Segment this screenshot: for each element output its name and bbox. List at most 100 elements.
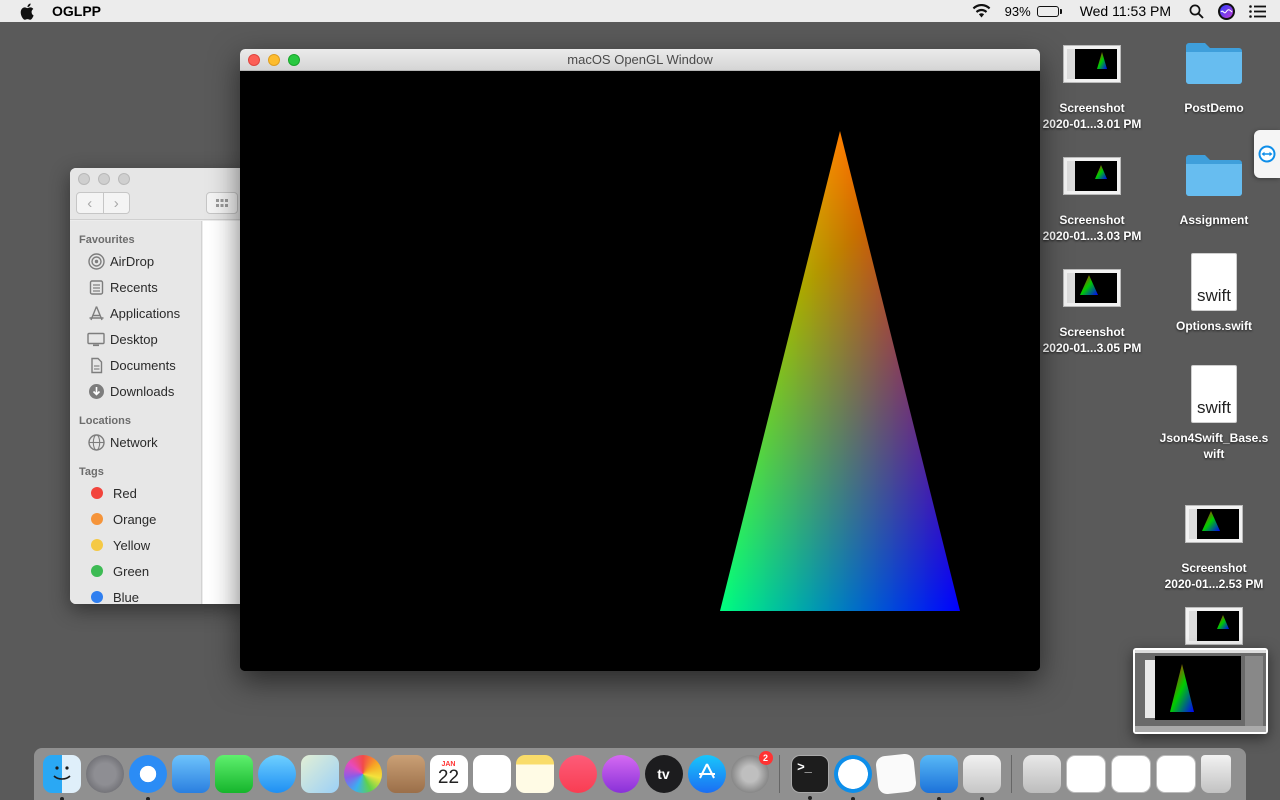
screenshot-file-icon <box>1183 604 1245 648</box>
sidebar-item-label: Applications <box>110 305 181 321</box>
screenshot-file-icon <box>1061 154 1123 198</box>
dock-item-instruments[interactable] <box>962 755 1001 800</box>
dock-item-launchpad[interactable] <box>85 755 124 793</box>
sidebar-tag-red[interactable]: Red <box>70 480 201 506</box>
sidebar-tag-blue[interactable]: Blue <box>70 584 201 604</box>
window-controls <box>248 54 300 66</box>
dock-item-maps[interactable] <box>300 755 339 793</box>
desktop-icon-screenshot[interactable]: Screenshot 2020-01...3.01 PM <box>1037 42 1147 132</box>
battery-icon[interactable] <box>1036 5 1062 17</box>
opengl-canvas[interactable] <box>240 71 1040 671</box>
dock-item-terminal[interactable]: >_ <box>790 755 829 800</box>
window-title: macOS OpenGL Window <box>567 52 713 67</box>
dock-item-calendar[interactable]: JAN 22 <box>429 755 468 793</box>
tv-icon: tv <box>657 766 670 782</box>
back-button[interactable]: ‹ <box>77 193 104 213</box>
notification-badge: 2 <box>758 751 773 765</box>
terminal-icon: >_ <box>797 759 812 774</box>
dock-item-messages[interactable] <box>257 755 296 793</box>
desktop-icon-folder[interactable]: PostDemo <box>1159 36 1269 116</box>
sidebar-item-network[interactable]: Network <box>70 429 201 455</box>
dock-item-textedit[interactable] <box>874 753 917 795</box>
close-button[interactable] <box>248 54 260 66</box>
desktop-icon-label: Json4Swift_Base.s wift <box>1159 431 1269 461</box>
rgb-triangle <box>720 131 960 611</box>
dock-item-system-preferences[interactable]: 2 <box>730 751 773 793</box>
dock-item-mail[interactable] <box>171 755 210 793</box>
sidebar-tag-label: Blue <box>113 589 140 605</box>
desktop-icon-screenshot[interactable]: Screenshot 2020-01...3.05 PM <box>1037 266 1147 356</box>
dock-item-podcasts[interactable] <box>601 755 640 793</box>
siri-icon[interactable] <box>1218 2 1235 20</box>
minimize-button[interactable] <box>268 54 280 66</box>
icon-view-button[interactable] <box>206 192 238 214</box>
apple-menu-icon[interactable] <box>18 2 36 20</box>
dock-item-minimized-window-1[interactable] <box>1065 755 1106 793</box>
opengl-window-titlebar[interactable]: macOS OpenGL Window <box>240 49 1040 71</box>
sidebar-item-recents[interactable]: Recents <box>70 274 201 300</box>
dock-item-music[interactable] <box>558 755 597 793</box>
finder-zoom-button[interactable] <box>118 173 130 185</box>
notification-center-icon[interactable] <box>1249 4 1266 18</box>
dock-item-photos[interactable] <box>343 755 382 793</box>
dock-separator <box>779 755 780 793</box>
sidebar-item-airdrop[interactable]: AirDrop <box>70 248 201 274</box>
dock-item-minimized-window-3[interactable] <box>1155 755 1196 793</box>
desktop-icon-swift-file[interactable]: swift Options.swift <box>1159 253 1269 334</box>
finder-toolbar: ‹ › <box>70 168 250 220</box>
sidebar-item-label: Recents <box>110 279 158 295</box>
desktop-icon-screenshot[interactable] <box>1159 604 1269 648</box>
dock-item-teamviewer[interactable] <box>833 755 872 800</box>
dock-item-facetime[interactable] <box>214 755 253 793</box>
dock-item-reminders[interactable] <box>472 755 511 793</box>
dock-item-downloads-stack[interactable] <box>1022 755 1061 793</box>
teamviewer-icon <box>1258 145 1276 163</box>
teamviewer-quickconnect-tab[interactable] <box>1254 130 1280 178</box>
dock-item-xcode[interactable] <box>919 755 958 800</box>
sidebar-tag-label: Green <box>113 563 150 579</box>
menu-bar: OGLPP 93% Wed 11:53 PM <box>0 0 1280 22</box>
opengl-window[interactable]: macOS OpenGL Window <box>240 49 1040 671</box>
applications-icon <box>87 304 105 322</box>
sidebar-tag-yellow[interactable]: Yellow <box>70 532 201 558</box>
desktop-icon-label: Screenshot 2020-01...3.01 PM <box>1042 101 1142 131</box>
forward-button[interactable]: › <box>104 193 130 213</box>
swift-file-icon: swift <box>1183 364 1245 424</box>
sidebar-item-label: Network <box>110 434 158 450</box>
sidebar-section-favourites: Favourites <box>79 234 135 246</box>
dock-item-trash[interactable] <box>1200 755 1231 793</box>
sidebar-item-desktop[interactable]: Desktop <box>70 326 201 352</box>
sidebar-tag-green[interactable]: Green <box>70 558 201 584</box>
desktop-icon-folder[interactable]: Assignment <box>1159 148 1269 228</box>
dock-item-safari[interactable] <box>128 755 167 800</box>
finder-minimize-button[interactable] <box>98 173 110 185</box>
screenshot-preview-thumbnail[interactable] <box>1133 648 1268 734</box>
screenshot-file-icon <box>1061 42 1123 86</box>
wifi-icon[interactable] <box>972 4 991 18</box>
dock-item-contacts[interactable] <box>386 755 425 793</box>
downloads-icon <box>87 382 105 400</box>
desktop-icon-swift-file[interactable]: swift Json4Swift_Base.s wift <box>1159 365 1269 462</box>
desktop-icon-screenshot[interactable]: Screenshot 2020-01...3.03 PM <box>1037 154 1147 244</box>
finder-close-button[interactable] <box>78 173 90 185</box>
grid-icon <box>216 199 228 207</box>
finder-window[interactable]: ‹ › Favourites AirDrop Recents Application… <box>70 168 250 604</box>
desktop-icon-screenshot[interactable]: Screenshot 2020-01...2.53 PM <box>1159 484 1269 592</box>
desktop-icon-label: Screenshot 2020-01...3.05 PM <box>1042 325 1142 355</box>
dock-item-tv[interactable]: tv <box>644 755 683 793</box>
dock-item-minimized-window-2[interactable] <box>1110 755 1151 793</box>
sidebar-tag-label: Yellow <box>113 537 151 553</box>
sidebar-tag-orange[interactable]: Orange <box>70 506 201 532</box>
spotlight-icon[interactable] <box>1189 4 1204 19</box>
clock[interactable]: Wed 11:53 PM <box>1080 3 1171 19</box>
folder-icon <box>1183 148 1245 200</box>
app-name-menu[interactable]: OGLPP <box>52 3 101 19</box>
sidebar-item-downloads[interactable]: Downloads <box>70 378 201 404</box>
sidebar-item-applications[interactable]: Applications <box>70 300 201 326</box>
sidebar-item-documents[interactable]: Documents <box>70 352 201 378</box>
dock-item-finder[interactable] <box>42 755 81 800</box>
zoom-button[interactable] <box>288 54 300 66</box>
dock-item-app-store[interactable] <box>687 755 726 793</box>
sidebar-tag-label: Orange <box>113 511 157 527</box>
dock-item-notes[interactable] <box>515 755 554 793</box>
